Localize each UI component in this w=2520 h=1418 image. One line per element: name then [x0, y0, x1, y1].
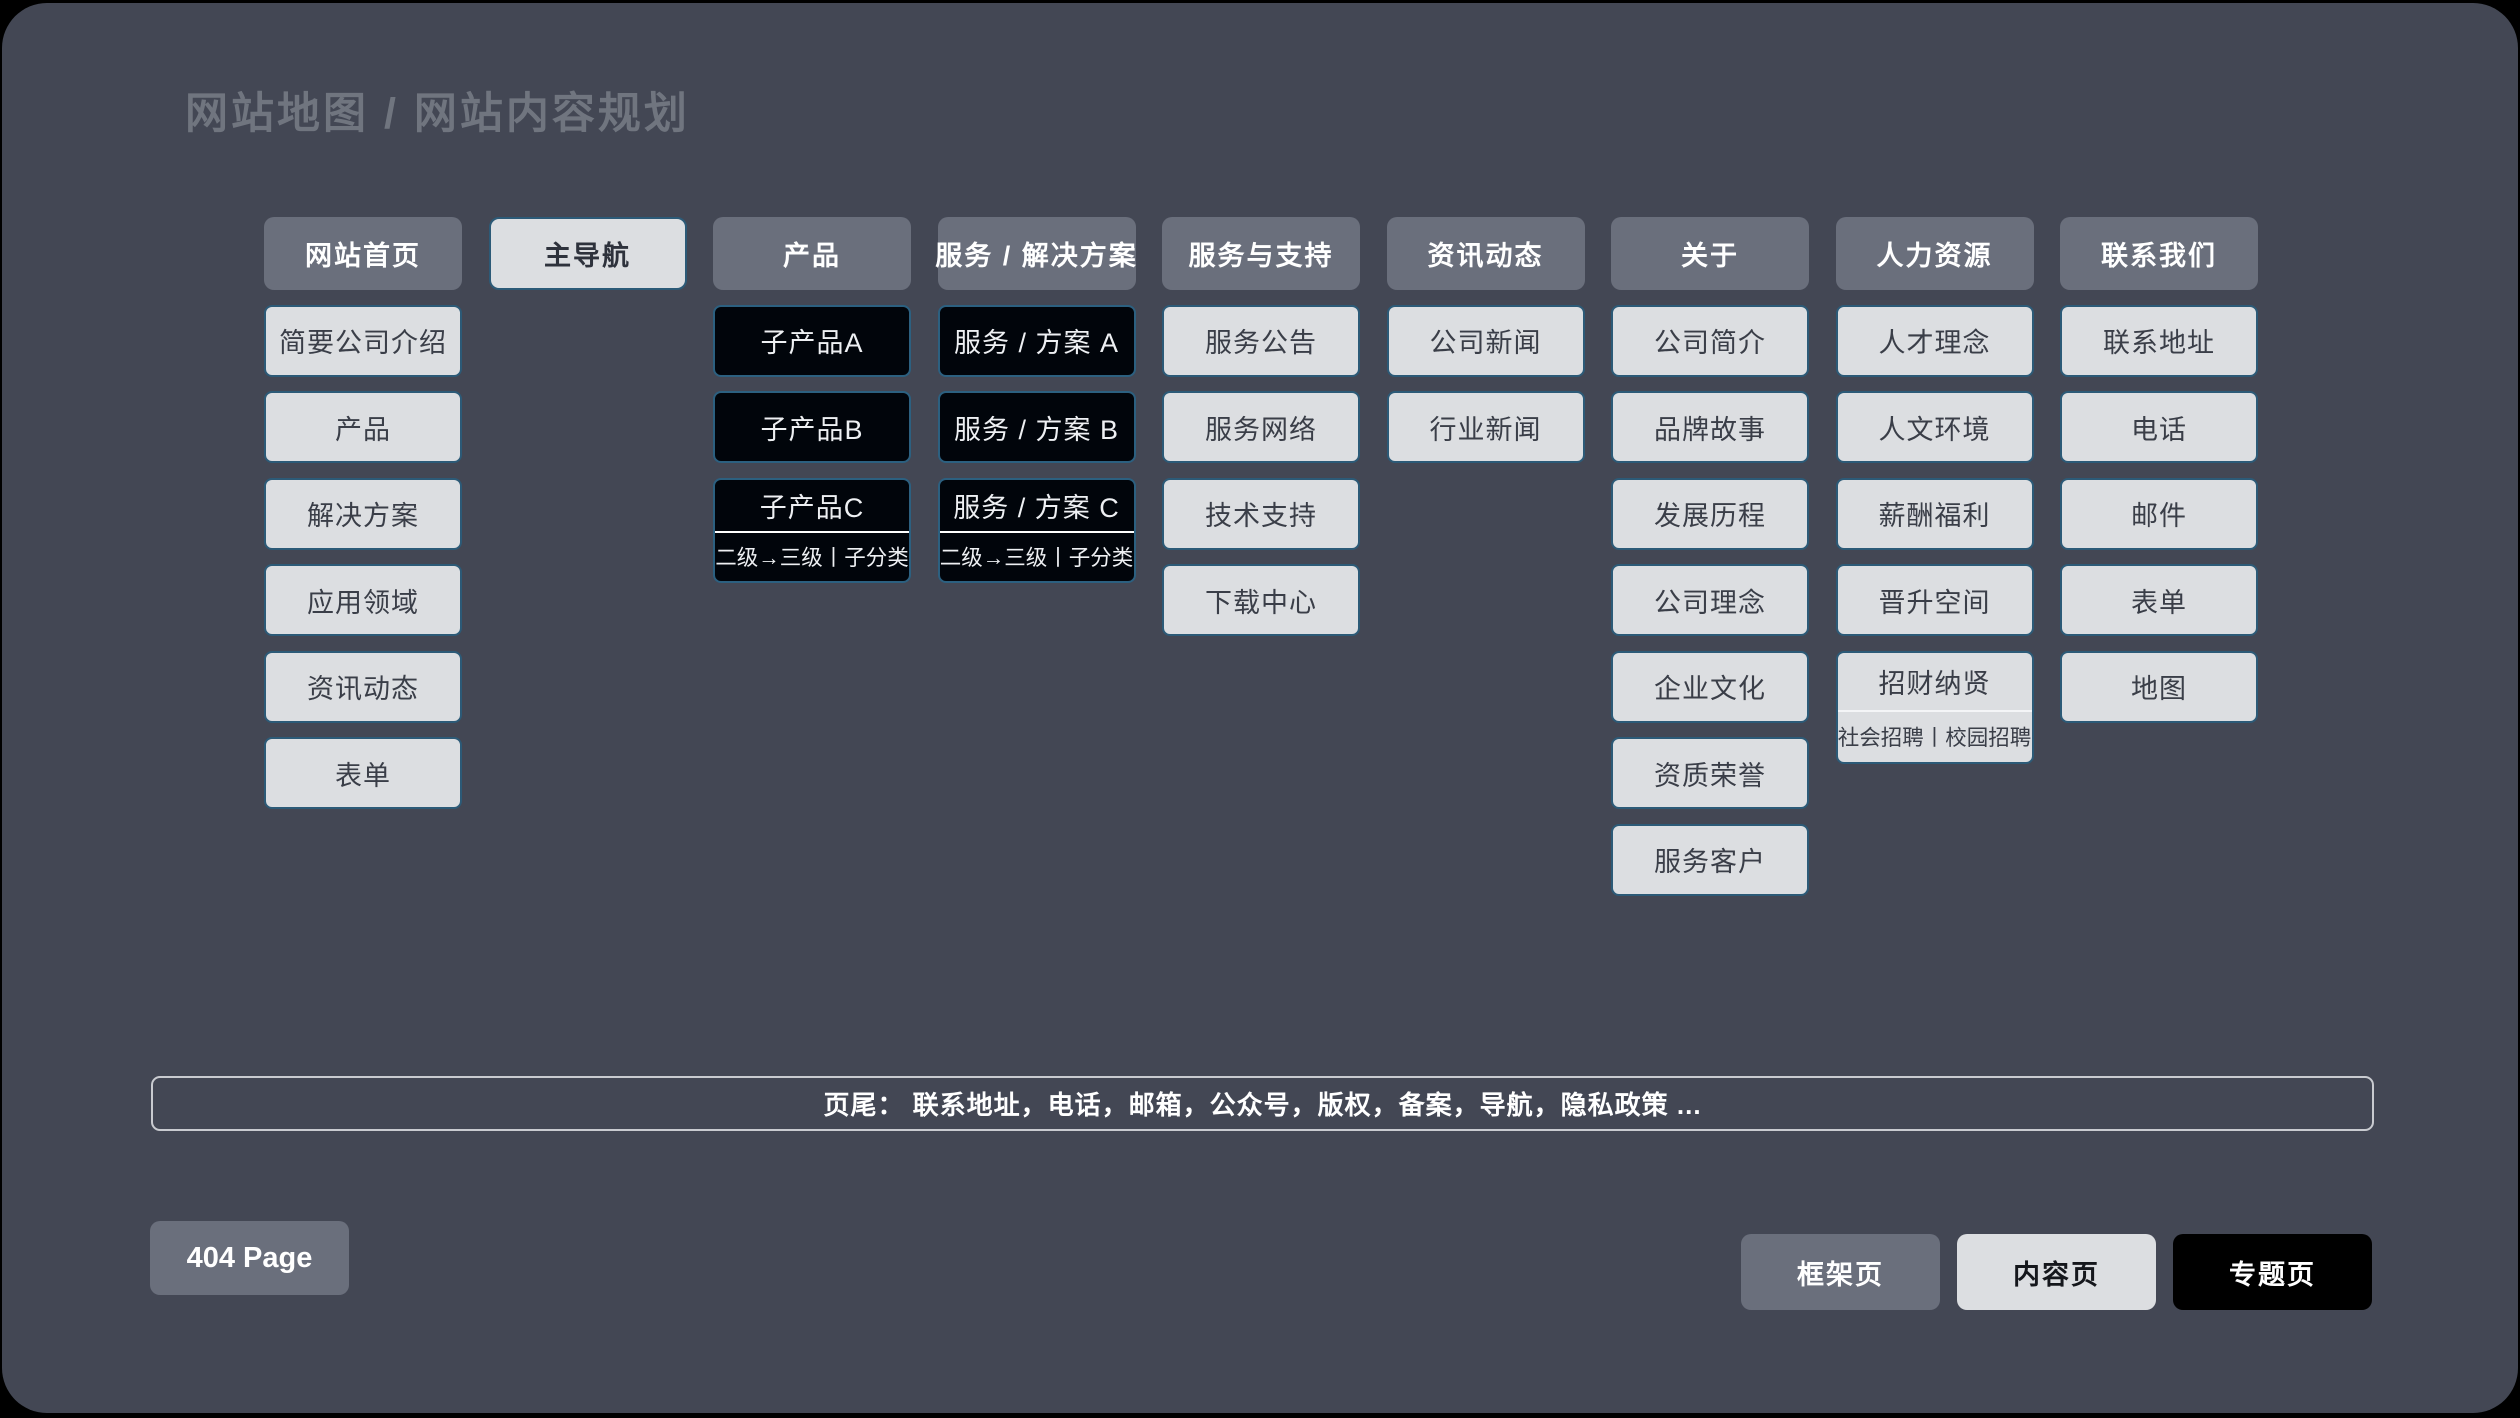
sitemap-node: 下载中心: [1162, 564, 1360, 636]
column-header: 关于: [1611, 217, 1809, 290]
sitemap-node: 子产品C二级→三级丨子分类: [713, 478, 911, 583]
sitemap-columns: 网站首页简要公司介绍产品解决方案应用领域资讯动态表单主导航产品子产品A子产品B子…: [264, 217, 2258, 896]
sitemap-node: 发展历程: [1611, 478, 1809, 550]
column-header: 人力资源: [1836, 217, 2034, 290]
sitemap-column: 服务与支持服务公告服务网络技术支持下载中心: [1162, 217, 1360, 636]
sitemap-node: 子产品A: [713, 305, 911, 377]
sitemap-node: 人文环境: [1836, 391, 2034, 463]
node-sub-label: 二级→三级丨子分类: [715, 531, 909, 581]
node-label: 服务 / 方案 C: [940, 480, 1134, 531]
sitemap-node: 资质荣誉: [1611, 737, 1809, 809]
sitemap-node: 公司新闻: [1387, 305, 1585, 377]
node-label: 招财纳贤: [1838, 653, 2032, 710]
sitemap-node: 简要公司介绍: [264, 305, 462, 377]
sitemap-node: 解决方案: [264, 478, 462, 550]
sitemap-node: 邮件: [2060, 478, 2258, 550]
sitemap-node: 品牌故事: [1611, 391, 1809, 463]
sitemap-node: 服务客户: [1611, 824, 1809, 896]
legend-chip-frame: 框架页: [1741, 1234, 1940, 1310]
footer-label: 页尾： 联系地址，电话，邮箱，公众号，版权，备案，导航，隐私政策 ...: [823, 1085, 1701, 1122]
sitemap-node: 子产品B: [713, 391, 911, 463]
sitemap-column: 产品子产品A 子产品B 子产品C二级→三级丨子分类: [713, 217, 911, 583]
sitemap-column: 网站首页简要公司介绍产品解决方案应用领域资讯动态表单: [264, 217, 462, 809]
sitemap-node: 电话: [2060, 391, 2258, 463]
node-label: 子产品C: [715, 480, 909, 531]
column-header: 联系我们: [2060, 217, 2258, 290]
sitemap-column: 关于公司简介品牌故事发展历程公司理念企业文化资质荣誉服务客户: [1611, 217, 1809, 896]
sitemap-node: 联系地址: [2060, 305, 2258, 377]
column-header: 服务与支持: [1162, 217, 1360, 290]
sitemap-column: 联系我们联系地址电话邮件表单地图: [2060, 217, 2258, 723]
sitemap-node: 人才理念: [1836, 305, 2034, 377]
node-sub-label: 二级→三级丨子分类: [940, 531, 1134, 581]
legend-chip-content: 内容页: [1957, 1234, 2156, 1310]
column-header: 服务 / 解决方案: [938, 217, 1136, 290]
sitemap-node: 公司理念: [1611, 564, 1809, 636]
sitemap-canvas: 网站地图 / 网站内容规划 网站首页简要公司介绍产品解决方案应用领域资讯动态表单…: [2, 3, 2518, 1413]
sitemap-node: 薪酬福利: [1836, 478, 2034, 550]
404-page-node: 404 Page: [150, 1221, 349, 1295]
sitemap-node: 表单: [2060, 564, 2258, 636]
sitemap-node: 服务公告: [1162, 305, 1360, 377]
page-type-legend: 框架页内容页专题页: [1741, 1234, 2372, 1310]
column-header: 产品: [713, 217, 911, 290]
sitemap-column: 人力资源人才理念人文环境薪酬福利晋升空间招财纳贤社会招聘丨校园招聘: [1836, 217, 2034, 764]
sitemap-column: 资讯动态公司新闻行业新闻: [1387, 217, 1585, 463]
footer-node: 页尾： 联系地址，电话，邮箱，公众号，版权，备案，导航，隐私政策 ...: [151, 1076, 2374, 1131]
sitemap-node: 企业文化: [1611, 651, 1809, 723]
sitemap-node: 服务 / 方案 C二级→三级丨子分类: [938, 478, 1136, 583]
sitemap-node: 资讯动态: [264, 651, 462, 723]
sitemap-node: 晋升空间: [1836, 564, 2034, 636]
sitemap-column: 服务 / 解决方案服务 / 方案 A 服务 / 方案 B 服务 / 方案 C二级→三…: [938, 217, 1136, 583]
sitemap-node: 表单: [264, 737, 462, 809]
main-nav-node: 主导航: [489, 217, 687, 290]
sitemap-node: 服务 / 方案 A: [938, 305, 1136, 377]
legend-chip-special: 专题页: [2173, 1234, 2372, 1310]
node-sub-label: 社会招聘丨校园招聘: [1838, 710, 2032, 762]
column-header: 资讯动态: [1387, 217, 1585, 290]
sitemap-column: 主导航: [489, 217, 687, 290]
sitemap-node: 技术支持: [1162, 478, 1360, 550]
sitemap-node: 服务网络: [1162, 391, 1360, 463]
column-header: 网站首页: [264, 217, 462, 290]
sitemap-node: 招财纳贤社会招聘丨校园招聘: [1836, 651, 2034, 764]
sitemap-node: 服务 / 方案 B: [938, 391, 1136, 463]
sitemap-node: 公司简介: [1611, 305, 1809, 377]
404-page-label: 404 Page: [187, 1242, 313, 1275]
sitemap-node: 应用领域: [264, 564, 462, 636]
page-title: 网站地图 / 网站内容规划: [185, 79, 690, 141]
sitemap-node: 行业新闻: [1387, 391, 1585, 463]
sitemap-node: 产品: [264, 391, 462, 463]
sitemap-node: 地图: [2060, 651, 2258, 723]
